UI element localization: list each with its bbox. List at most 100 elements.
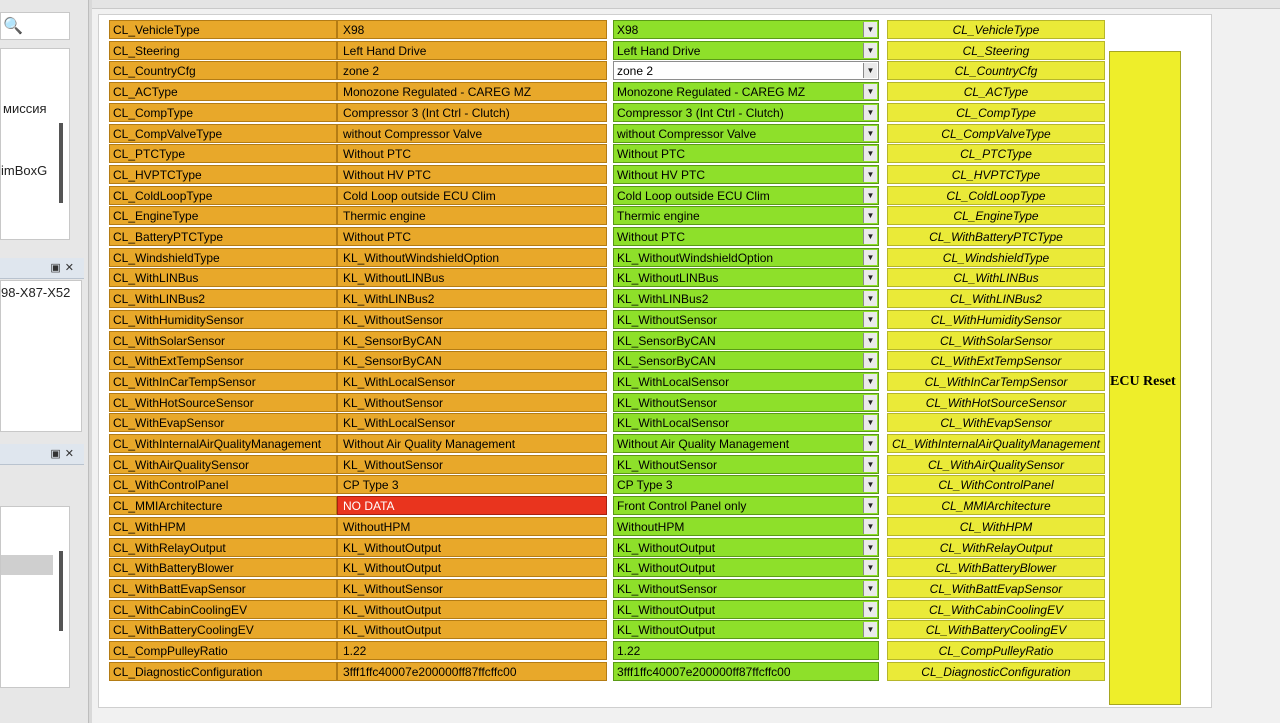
value-select-text: KL_WithLINBus2	[617, 292, 709, 307]
chevron-down-icon[interactable]: ▼	[863, 332, 877, 348]
value-select-text: KL_SensorByCAN	[617, 333, 716, 348]
chevron-down-icon[interactable]: ▼	[863, 187, 877, 203]
value-select[interactable]: KL_WithoutLINBus ▼	[613, 268, 879, 288]
table-row: CL_WithCabinCoolingEV KL_WithoutOutput KL_…	[109, 599, 1189, 619]
table-row: CL_WithInCarTempSensor KL_WithLocalSensor…	[109, 371, 1189, 391]
param-name: CL_CompPulleyRatio	[109, 641, 337, 660]
value-select[interactable]: KL_WithoutOutput ▼	[613, 599, 879, 619]
param-name: CL_PTCType	[109, 144, 337, 164]
chevron-down-icon[interactable]: ▼	[863, 146, 877, 162]
value-select[interactable]: KL_WithoutOutput ▼	[613, 620, 879, 640]
value-select[interactable]: zone 2 ▼	[613, 61, 879, 81]
value-select[interactable]: CP Type 3 ▼	[613, 475, 879, 495]
param-label: CL_CompType	[887, 102, 1105, 122]
value-select[interactable]: Monozone Regulated - CAREG MZ ▼	[613, 82, 879, 102]
value-select[interactable]: KL_WithLINBus2 ▼	[613, 289, 879, 309]
chevron-down-icon[interactable]: ▼	[863, 415, 877, 431]
chevron-down-icon[interactable]: ▼	[863, 311, 877, 327]
panel-float-close-icons[interactable]: ▣✕	[50, 261, 78, 274]
value-select-text: KL_WithoutLINBus	[617, 271, 719, 286]
chevron-down-icon[interactable]: ▼	[863, 373, 877, 389]
chevron-down-icon[interactable]: ▼	[863, 270, 877, 286]
value-select[interactable]: 1.22	[613, 641, 879, 660]
chevron-down-icon[interactable]: ▼	[863, 518, 877, 534]
value-select[interactable]: without Compressor Valve ▼	[613, 123, 879, 143]
panel-float-close-icons-2[interactable]: ▣✕	[50, 447, 78, 460]
value-select[interactable]: KL_SensorByCAN ▼	[613, 330, 879, 350]
chevron-down-icon[interactable]: ▼	[863, 560, 877, 576]
chevron-down-icon[interactable]: ▼	[863, 208, 877, 224]
left-lower-scrollbar[interactable]	[59, 551, 63, 631]
chevron-down-icon[interactable]: ▼	[863, 166, 877, 182]
chevron-down-icon[interactable]: ▼	[863, 477, 877, 493]
chevron-down-icon[interactable]: ▼	[863, 63, 877, 79]
chevron-down-icon[interactable]: ▼	[863, 622, 877, 638]
value-select-text: Thermic engine	[617, 209, 700, 224]
current-value: KL_WithoutOutput	[337, 558, 607, 578]
value-select[interactable]: 3fff1ffc40007e200000ff87ffcffc00	[613, 661, 879, 681]
value-select[interactable]: Left Hand Drive ▼	[613, 40, 879, 60]
value-select[interactable]: KL_WithoutOutput ▼	[613, 558, 879, 578]
selected-item[interactable]	[1, 555, 53, 575]
value-select[interactable]: Cold Loop outside ECU Clim ▼	[613, 185, 879, 205]
value-select-text: 3fff1ffc40007e200000ff87ffcffc00	[617, 664, 791, 679]
value-select[interactable]: Thermic engine ▼	[613, 206, 879, 226]
chevron-down-icon[interactable]: ▼	[863, 498, 877, 514]
param-name: CL_Steering	[109, 40, 337, 60]
param-name: CL_WithAirQualitySensor	[109, 454, 337, 474]
value-select-text: Without Air Quality Management	[617, 437, 790, 451]
chevron-down-icon[interactable]: ▼	[863, 249, 877, 265]
value-select-text: KL_WithoutSensor	[617, 581, 718, 596]
ecu-reset-label: ECU Reset	[1110, 374, 1176, 389]
search-icon[interactable]: 🔍	[3, 16, 23, 36]
value-select[interactable]: KL_WithoutSensor ▼	[613, 392, 879, 412]
value-select[interactable]: KL_WithoutSensor ▼	[613, 309, 879, 329]
value-select[interactable]: KL_WithLocalSensor ▼	[613, 413, 879, 433]
chevron-down-icon[interactable]: ▼	[863, 456, 877, 472]
param-name: CL_MMIArchitecture	[109, 496, 337, 516]
chevron-down-icon[interactable]: ▼	[863, 601, 877, 617]
value-select[interactable]: WithoutHPM ▼	[613, 516, 879, 536]
current-value: WithoutHPM	[337, 516, 607, 536]
value-select[interactable]: Without PTC ▼	[613, 227, 879, 246]
chevron-down-icon[interactable]: ▼	[863, 580, 877, 596]
main-window: CL_VehicleType X98 X98 ▼ CL_VehicleType CL_St…	[92, 0, 1280, 723]
chevron-down-icon[interactable]: ▼	[863, 353, 877, 369]
param-name: CL_WithInCarTempSensor	[109, 371, 337, 391]
table-row: CL_WithLINBus KL_WithoutLINBus KL_WithoutL…	[109, 268, 1189, 288]
value-select-text: Without PTC	[617, 147, 686, 162]
param-label: CL_WithLINBus2	[887, 289, 1105, 309]
current-value: Compressor 3 (Int Ctrl - Clutch)	[337, 102, 607, 122]
value-select[interactable]: Compressor 3 (Int Ctrl - Clutch) ▼	[613, 102, 879, 122]
value-select[interactable]: KL_WithoutSensor ▼	[613, 578, 879, 598]
value-select[interactable]: Front Control Panel only ▼	[613, 496, 879, 516]
left-dock: 🔍 миссия imBoxG ▣✕ 98-X87-X52 ▣✕	[0, 0, 89, 723]
value-select-text: KL_WithLocalSensor	[617, 374, 730, 389]
value-select[interactable]: Without PTC ▼	[613, 144, 879, 164]
chevron-down-icon[interactable]: ▼	[863, 291, 877, 307]
value-select[interactable]: X98 ▼	[613, 20, 879, 39]
current-value: KL_WithoutWindshieldOption	[337, 247, 607, 267]
chevron-down-icon[interactable]: ▼	[863, 394, 877, 410]
chevron-down-icon[interactable]: ▼	[863, 104, 877, 120]
value-select[interactable]: KL_SensorByCAN ▼	[613, 351, 879, 371]
param-name: CL_WithLINBus	[109, 268, 337, 288]
value-select[interactable]: KL_WithLocalSensor ▼	[613, 371, 879, 391]
ecu-reset-button[interactable]: ECU Reset	[1109, 51, 1181, 705]
value-select[interactable]: Without HV PTC ▼	[613, 164, 879, 184]
param-label: CL_Steering	[887, 40, 1105, 60]
chevron-down-icon[interactable]: ▼	[863, 42, 877, 58]
chevron-down-icon[interactable]: ▼	[863, 436, 877, 451]
chevron-down-icon[interactable]: ▼	[863, 84, 877, 100]
value-select[interactable]: Without Air Quality Management ▼	[613, 434, 879, 453]
value-select[interactable]: KL_WithoutWindshieldOption ▼	[613, 247, 879, 267]
left-panel-scrollbar[interactable]	[59, 123, 63, 203]
value-select[interactable]: KL_WithoutOutput ▼	[613, 537, 879, 557]
search-box[interactable]: 🔍	[0, 12, 70, 40]
value-select[interactable]: KL_WithoutSensor ▼	[613, 454, 879, 474]
chevron-down-icon[interactable]: ▼	[863, 229, 877, 244]
table-row: CL_CountryCfg zone 2 zone 2 ▼ CL_CountryCfg	[109, 61, 1189, 81]
chevron-down-icon[interactable]: ▼	[863, 125, 877, 141]
chevron-down-icon[interactable]: ▼	[863, 539, 877, 555]
chevron-down-icon[interactable]: ▼	[863, 22, 877, 37]
